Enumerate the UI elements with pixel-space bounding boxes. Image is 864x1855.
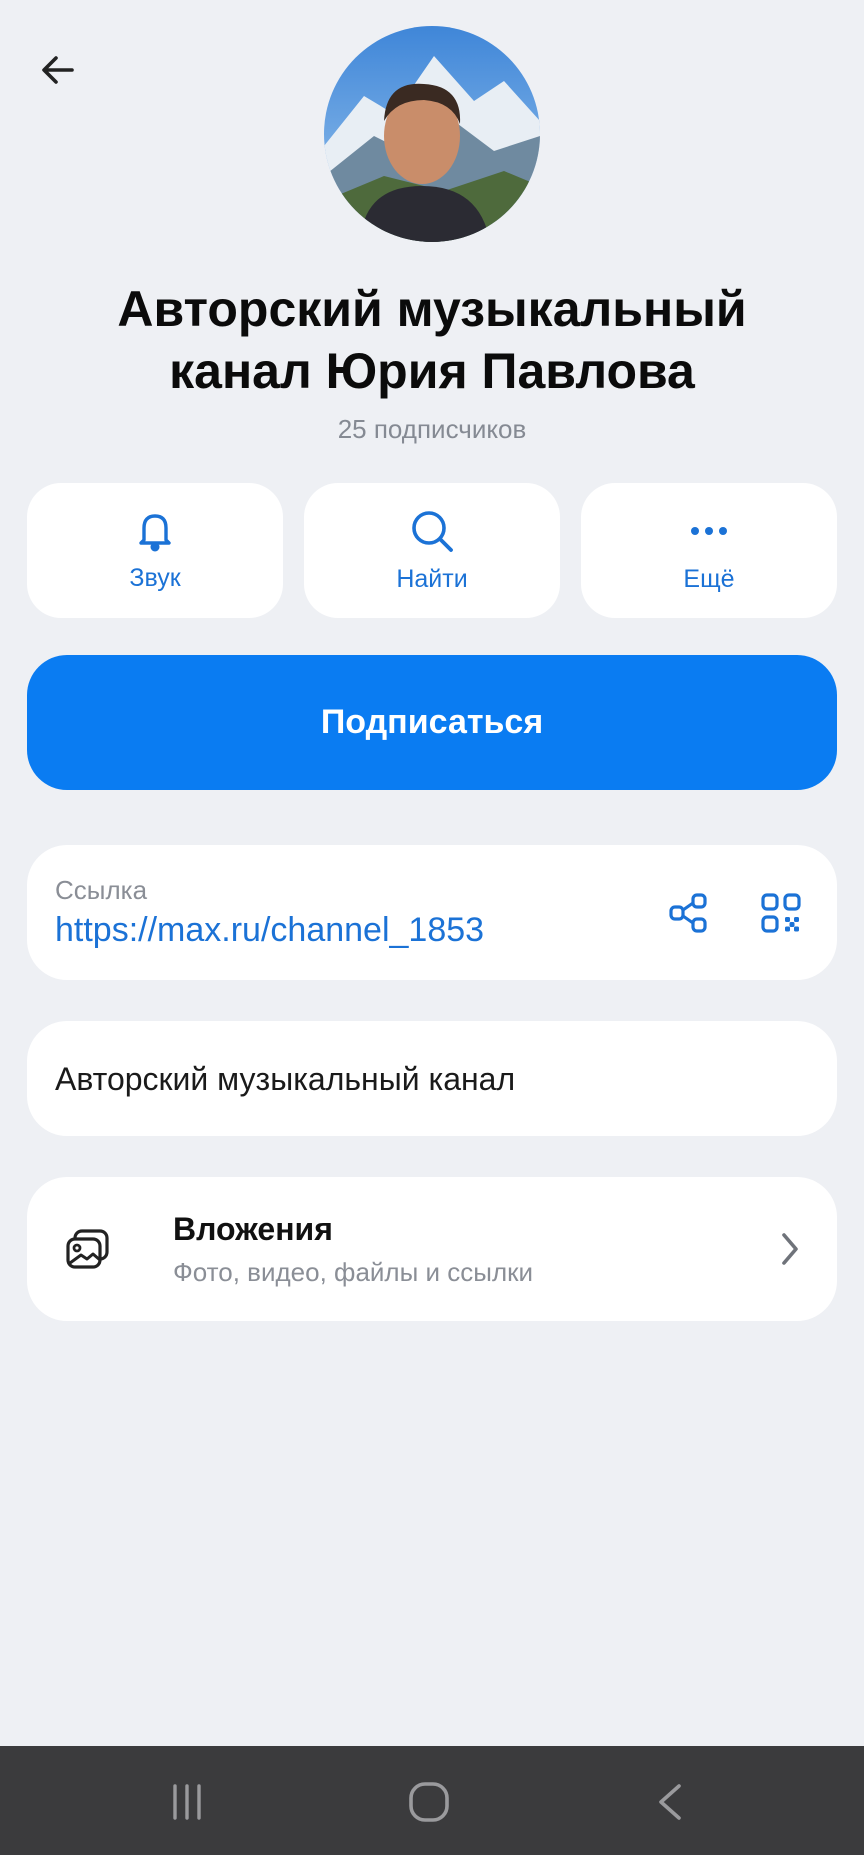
home-icon	[409, 1782, 449, 1822]
more-dots-icon	[691, 527, 727, 535]
search-icon	[412, 511, 453, 552]
channel-title: Авторский музыкальный канал Юрия Павлова	[0, 278, 864, 402]
avatar-photo	[324, 26, 540, 242]
link-card: Ссылка https://max.ru/channel_1853	[27, 845, 837, 980]
chevron-right-icon	[782, 1233, 798, 1265]
system-navigation-bar	[0, 1746, 864, 1855]
attachments-title: Вложения	[173, 1211, 333, 1247]
arrow-left-icon	[42, 56, 74, 84]
subscribers-count: 25 подписчиков	[337, 414, 527, 444]
chevron-right-wrap	[767, 1227, 811, 1271]
channel-title-line2: канал Юрия Павлова	[169, 343, 695, 399]
more-label: Ещё	[683, 565, 735, 593]
link-label: Ссылка	[55, 875, 148, 905]
share-icon	[669, 893, 707, 933]
channel-description: Авторский музыкальный канал	[55, 1061, 516, 1097]
qr-button[interactable]	[757, 889, 805, 937]
sound-label: Звук	[129, 564, 181, 592]
search-button[interactable]: Найти	[304, 483, 560, 618]
system-back-button[interactable]	[641, 1772, 701, 1832]
home-button[interactable]	[399, 1772, 459, 1832]
recent-apps-button[interactable]	[157, 1772, 217, 1832]
back-button[interactable]	[30, 42, 86, 98]
subscribe-button[interactable]: Подписаться	[27, 655, 837, 790]
attachments-icon-wrap	[63, 1225, 113, 1275]
description-card: Авторский музыкальный канал	[27, 1021, 837, 1136]
link-value[interactable]: https://max.ru/channel_1853	[55, 911, 484, 950]
search-label: Найти	[396, 565, 468, 593]
channel-title-line1: Авторский музыкальный	[117, 281, 747, 337]
channel-avatar[interactable]	[324, 26, 540, 242]
attachments-row[interactable]: Вложения Фото, видео, файлы и ссылки	[27, 1177, 837, 1321]
qr-code-icon	[761, 893, 801, 933]
sound-button[interactable]: Звук	[27, 483, 283, 618]
share-button[interactable]	[665, 889, 713, 937]
gallery-icon	[66, 1229, 109, 1269]
more-button[interactable]: Ещё	[581, 483, 837, 618]
recent-apps-icon	[173, 1784, 201, 1820]
bell-icon	[139, 514, 171, 552]
back-icon	[659, 1784, 681, 1820]
attachments-subtitle: Фото, видео, файлы и ссылки	[173, 1257, 534, 1287]
